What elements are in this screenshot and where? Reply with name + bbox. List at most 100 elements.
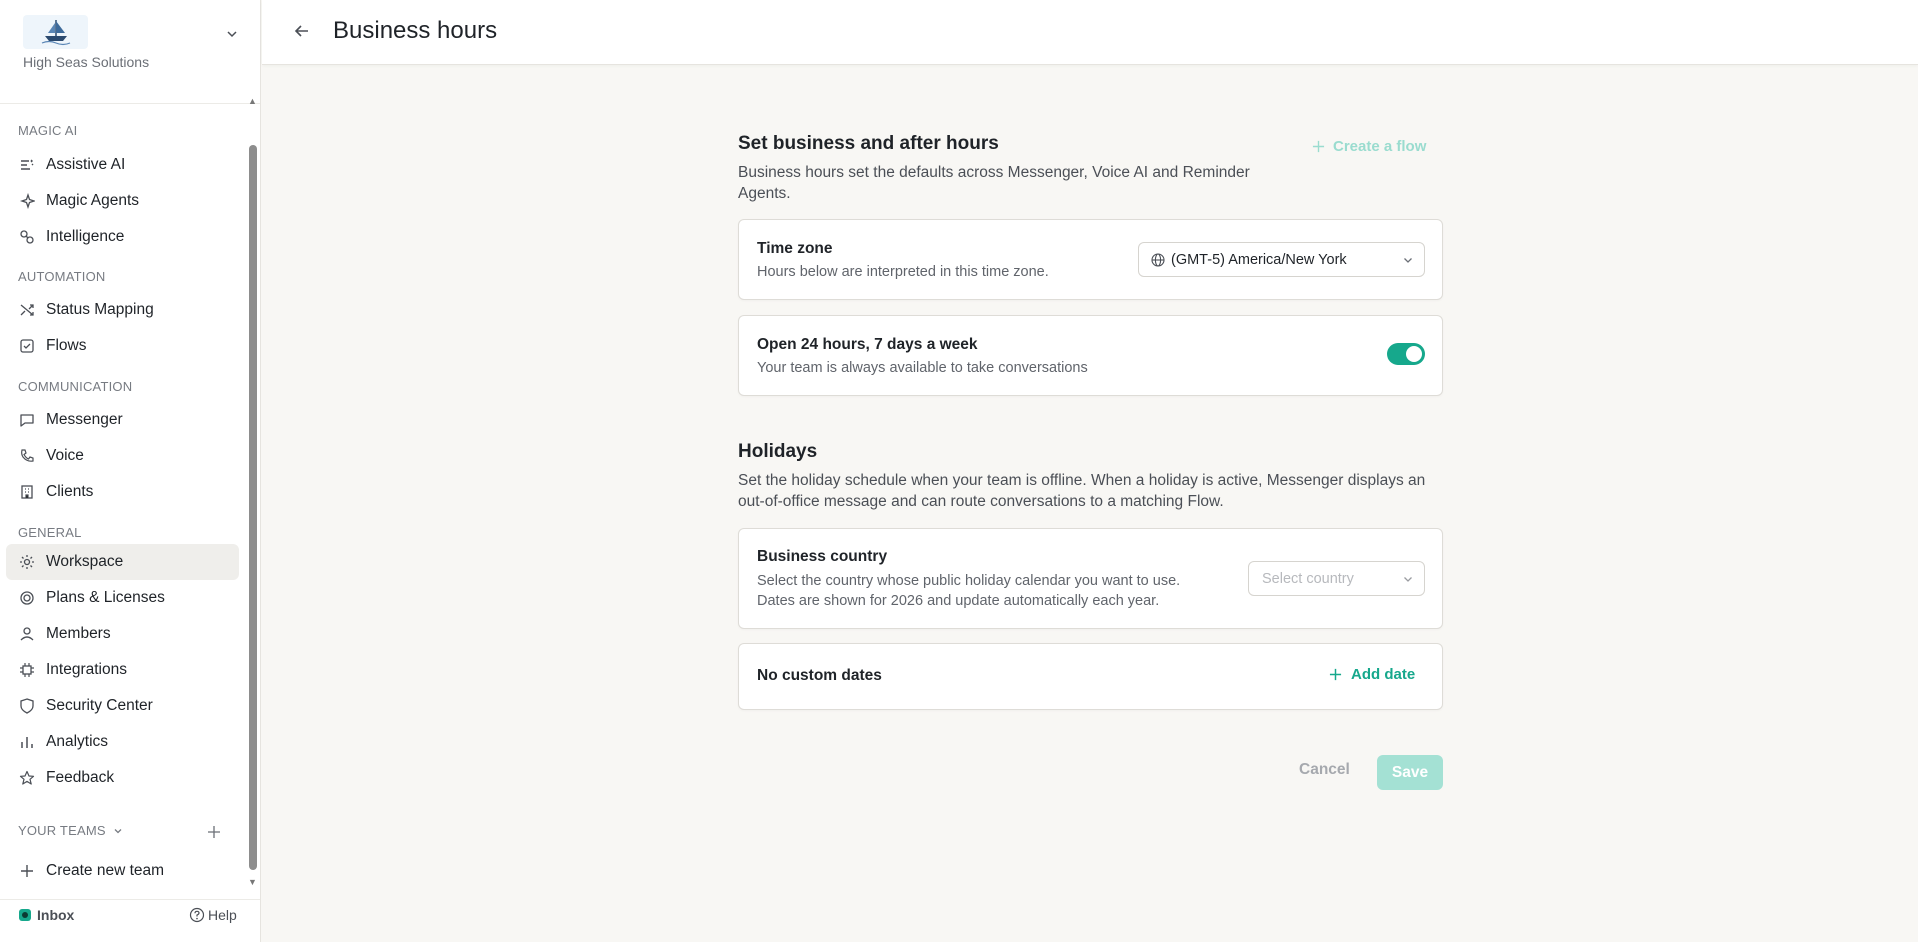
- open-247-card: Open 24 hours, 7 days a week Your team i…: [738, 315, 1443, 396]
- open-247-title: Open 24 hours, 7 days a week: [757, 336, 978, 353]
- country-select[interactable]: Select country: [1248, 561, 1425, 596]
- cancel-button[interactable]: Cancel: [1299, 761, 1350, 779]
- custom-dates-card: No custom dates Add date: [738, 643, 1443, 710]
- your-teams-toggle[interactable]: YOUR TEAMS: [18, 823, 124, 838]
- workspace-switcher[interactable]: High Seas Solutions: [0, 0, 260, 104]
- sparkles-icon: [18, 192, 36, 210]
- sidebar-item-flows[interactable]: Flows: [6, 328, 239, 364]
- section-label-your-teams: YOUR TEAMS: [18, 823, 106, 838]
- sidebar-item-intelligence[interactable]: Intelligence: [6, 219, 239, 255]
- open-247-toggle[interactable]: [1387, 343, 1425, 365]
- business-hours-description: Business hours set the defaults across M…: [738, 164, 1250, 202]
- business-hours-title: Set business and after hours: [738, 133, 999, 154]
- scroll-down-arrow-icon[interactable]: ▼: [248, 877, 257, 887]
- bar-chart-icon: [18, 733, 36, 751]
- shield-icon: [18, 697, 36, 715]
- sidebar-scrollbar-thumb[interactable]: [249, 145, 257, 870]
- sidebar-item-label: Flows: [46, 337, 87, 354]
- timezone-select[interactable]: (GMT-5) America/New York: [1138, 242, 1425, 277]
- timezone-subtitle: Hours below are interpreted in this time…: [757, 264, 1049, 280]
- sidebar: High Seas Solutions MAGIC AI Assistive A…: [0, 0, 261, 942]
- sidebar-item-label: Messenger: [46, 411, 123, 428]
- section-label-general: GENERAL: [18, 525, 82, 540]
- timezone-value: (GMT-5) America/New York: [1171, 251, 1347, 268]
- sidebar-item-workspace[interactable]: Workspace: [6, 544, 239, 580]
- assistive-ai-icon: [18, 156, 36, 174]
- gear-icon: [18, 553, 36, 571]
- brand-logo: [23, 15, 88, 49]
- sidebar-item-plans-licenses[interactable]: Plans & Licenses: [6, 580, 239, 616]
- sidebar-nav: MAGIC AI Assistive AI Magic Agents Intel…: [0, 104, 246, 884]
- workspace-name: High Seas Solutions: [23, 54, 150, 70]
- business-country-title: Business country: [757, 548, 888, 565]
- create-flow-button[interactable]: Create a flow: [1312, 138, 1426, 155]
- inbox-label: Inbox: [37, 907, 75, 923]
- target-icon: [18, 589, 36, 607]
- sidebar-item-magic-agents[interactable]: Magic Agents: [6, 183, 239, 219]
- add-team-plus-icon[interactable]: [207, 825, 221, 839]
- sidebar-item-label: Voice: [46, 447, 84, 464]
- sidebar-item-label: Clients: [46, 483, 94, 500]
- create-team-button[interactable]: Create new team: [6, 853, 239, 884]
- save-button[interactable]: Save: [1377, 755, 1443, 790]
- sidebar-item-label: Workspace: [46, 553, 124, 570]
- chevron-down-icon: [1404, 577, 1412, 582]
- sidebar-item-label: Plans & Licenses: [46, 589, 165, 606]
- sidebar-item-label: Integrations: [46, 661, 127, 678]
- shuffle-icon: [18, 301, 36, 319]
- sidebar-item-messenger[interactable]: Messenger: [6, 402, 239, 438]
- chevron-down-icon[interactable]: [225, 27, 239, 41]
- user-icon: [18, 625, 36, 643]
- star-icon: [18, 769, 36, 787]
- holidays-description: Set the holiday schedule when your team …: [738, 472, 1426, 510]
- page-header: [262, 0, 1918, 65]
- checkbox-icon: [18, 337, 36, 355]
- building-icon: [18, 483, 36, 501]
- sidebar-item-members[interactable]: Members: [6, 616, 239, 652]
- globe-icon: [1151, 252, 1165, 267]
- section-label-automation: AUTOMATION: [18, 269, 106, 284]
- sidebar-item-analytics[interactable]: Analytics: [6, 724, 239, 760]
- open-247-subtitle: Your team is always available to take co…: [757, 360, 1088, 376]
- sidebar-item-security-center[interactable]: Security Center: [6, 688, 239, 724]
- question-circle-icon: [189, 907, 205, 923]
- sidebar-item-label: Analytics: [46, 733, 109, 750]
- sidebar-item-label: Intelligence: [46, 228, 125, 245]
- sidebar-item-status-mapping[interactable]: Status Mapping: [6, 292, 239, 328]
- sidebar-item-label: Assistive AI: [46, 156, 126, 173]
- section-label-magic-ai: MAGIC AI: [18, 123, 78, 138]
- inbox-button[interactable]: Inbox: [18, 907, 74, 923]
- sidebar-item-label: Create new team: [46, 862, 165, 879]
- plus-icon: [18, 862, 36, 880]
- help-button[interactable]: Help: [189, 907, 237, 923]
- sidebar-item-label: Magic Agents: [46, 192, 140, 209]
- business-country-card: Business country Select the country whos…: [738, 528, 1443, 629]
- sidebar-item-feedback[interactable]: Feedback: [6, 760, 239, 796]
- scroll-up-arrow-icon[interactable]: ▲: [248, 96, 257, 106]
- sidebar-item-clients[interactable]: Clients: [6, 474, 239, 510]
- add-date-label: Add date: [1351, 666, 1416, 683]
- add-date-button[interactable]: Add date: [1329, 666, 1415, 683]
- inbox-app-icon: [19, 909, 31, 921]
- phone-icon: [18, 447, 36, 465]
- help-label: Help: [208, 907, 237, 923]
- sidebar-item-integrations[interactable]: Integrations: [6, 652, 239, 688]
- chevron-down-icon: [114, 828, 122, 833]
- create-flow-label: Create a flow: [1333, 138, 1427, 155]
- holidays-title: Holidays: [738, 441, 818, 462]
- chat-bubble-icon: [18, 411, 36, 429]
- business-country-subtitle-1: Select the country whose public holiday …: [757, 573, 1181, 589]
- chip-icon: [18, 661, 36, 679]
- sidebar-item-voice[interactable]: Voice: [6, 438, 239, 474]
- business-country-subtitle-2: Dates are shown for 2026 and update auto…: [757, 593, 1160, 609]
- sidebar-item-label: Status Mapping: [46, 301, 154, 318]
- back-arrow-icon[interactable]: [292, 21, 312, 41]
- page-title: Business hours: [333, 17, 498, 44]
- toggle-knob: [1406, 346, 1422, 362]
- plus-icon: [1329, 668, 1342, 681]
- sidebar-item-label: Feedback: [46, 769, 115, 786]
- brain-icon: [18, 228, 36, 246]
- sidebar-item-assistive-ai[interactable]: Assistive AI: [6, 147, 239, 183]
- plus-icon: [1312, 140, 1325, 153]
- timezone-card: Time zone Hours below are interpreted in…: [738, 219, 1443, 300]
